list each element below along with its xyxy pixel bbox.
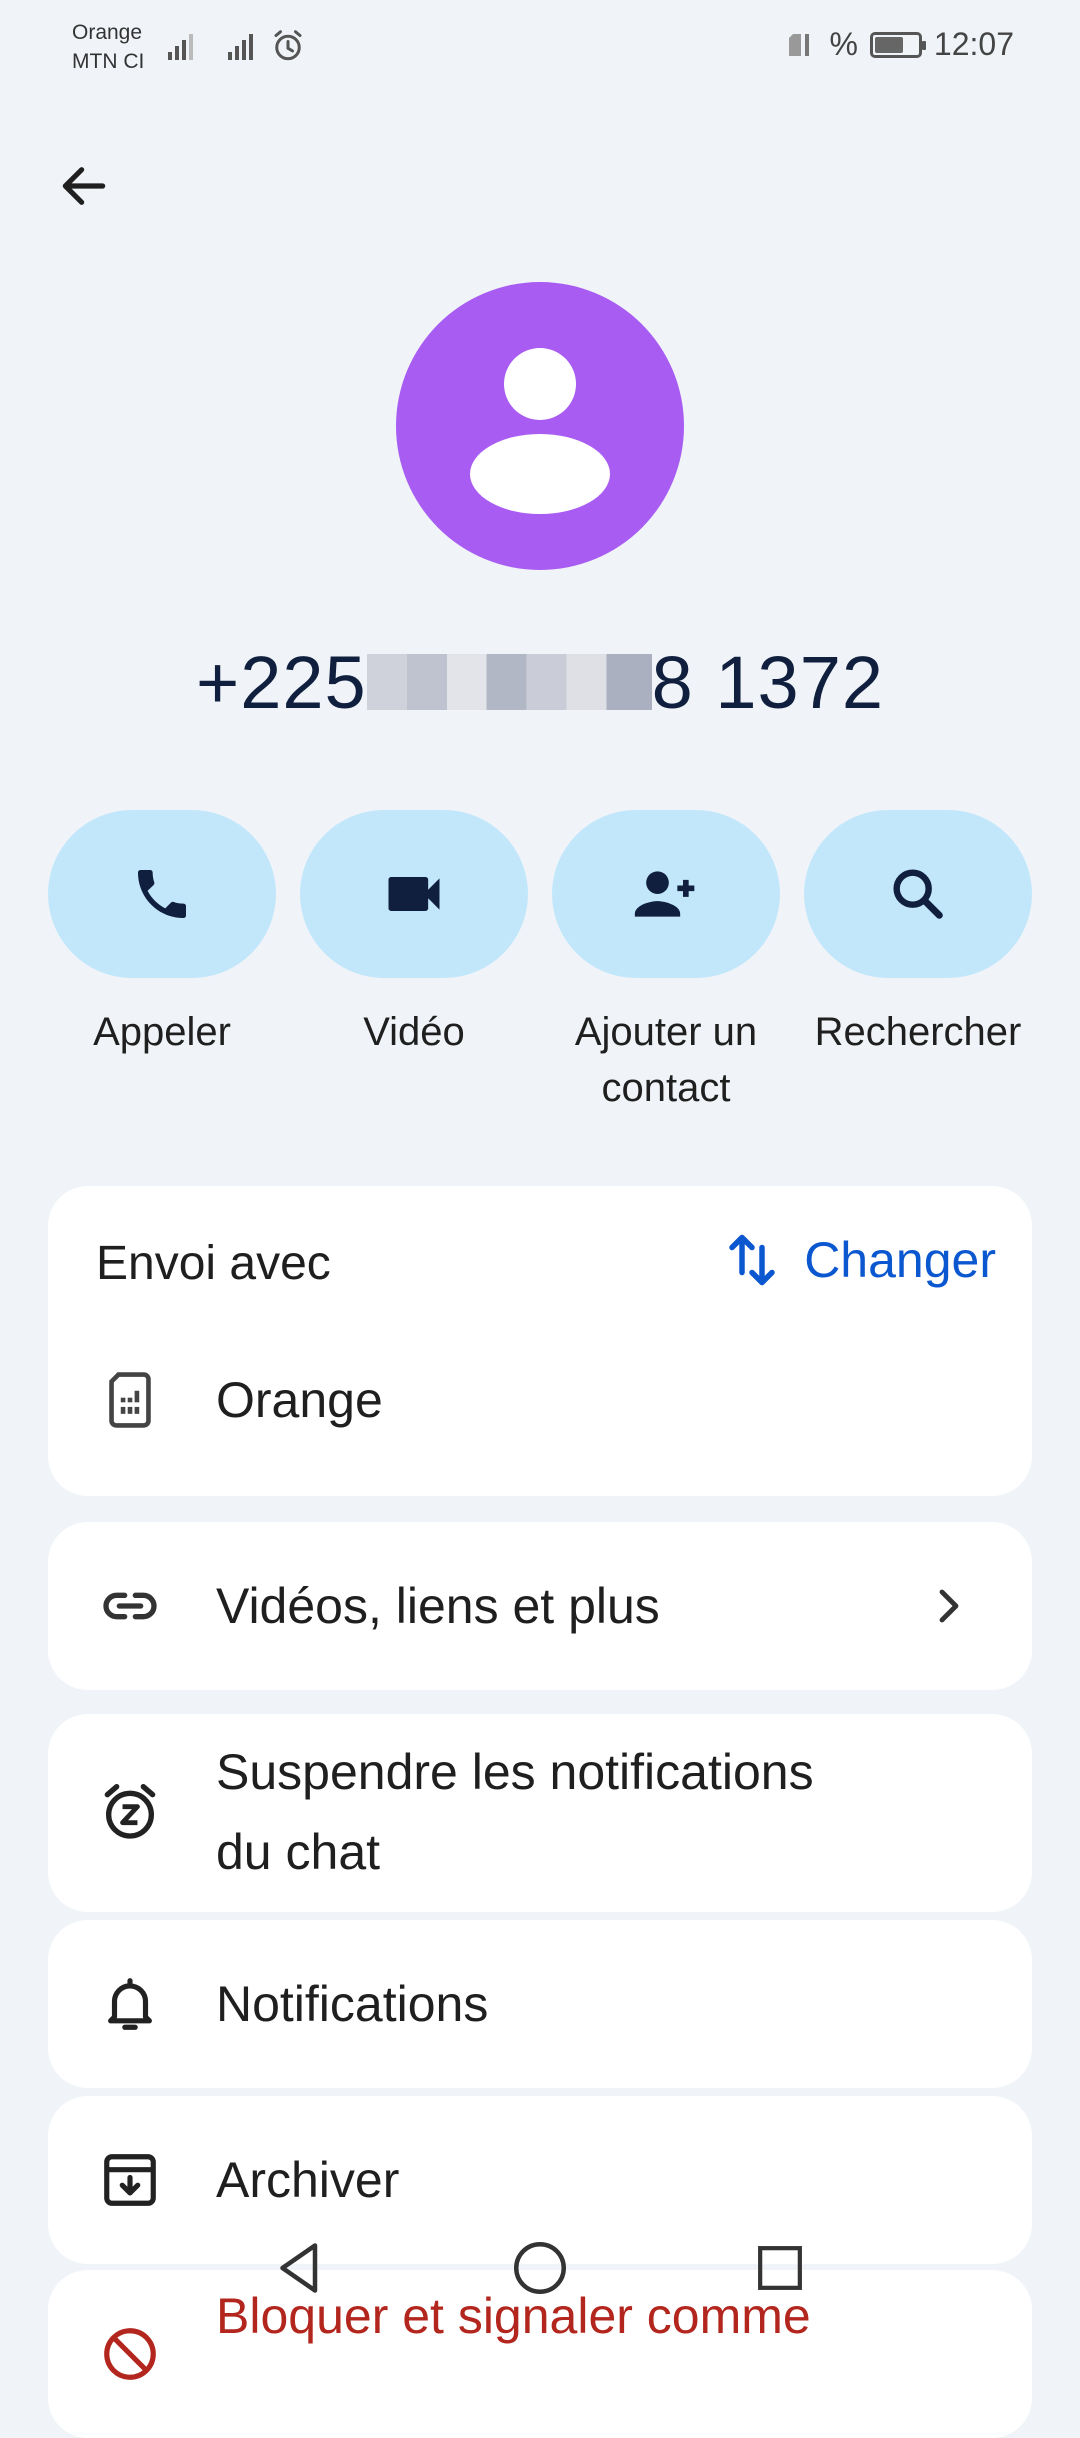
notifications-label: Notifications <box>216 1976 489 2032</box>
change-label: Changer <box>804 1232 996 1288</box>
archive-label: Archiver <box>216 2152 400 2208</box>
media-card[interactable]: Vidéos, liens et plus <box>48 1522 1032 1690</box>
sim-name: Orange <box>216 1372 383 1428</box>
sim-card-icon <box>98 1368 162 1432</box>
signal-2-icon <box>228 30 253 60</box>
add-contact-label: Ajouter un contact <box>574 1010 758 1110</box>
snooze-label: Suspendre les notifications du chat <box>216 1732 814 1892</box>
add-contact-action[interactable]: Ajouter un contact <box>552 810 780 1116</box>
redacted-digits <box>366 654 652 710</box>
battery-level <box>874 36 903 53</box>
carrier-1: Orange <box>72 21 143 44</box>
signal-1-icon <box>168 30 193 60</box>
snooze-alarm-icon <box>98 1780 162 1844</box>
add-contact-button[interactable] <box>552 810 780 978</box>
clock: 12:07 <box>933 26 1014 62</box>
search-label: Rechercher <box>814 1010 1022 1054</box>
back-button[interactable] <box>48 150 120 222</box>
video-action[interactable]: Vidéo <box>300 810 528 1116</box>
swap-vertical-icon <box>729 1234 775 1286</box>
notifications-card[interactable]: Notifications <box>48 1920 1032 2088</box>
media-label: Vidéos, liens et plus <box>216 1578 660 1634</box>
snooze-line-2: du chat <box>216 1824 381 1880</box>
change-sim-button[interactable]: Changer <box>722 1222 996 1298</box>
search-button[interactable] <box>804 810 1032 978</box>
status-bar: Orange MTN CI % 12:07 <box>0 0 1080 92</box>
battery-icon <box>869 31 926 58</box>
call-label: Appeler <box>93 1010 231 1054</box>
carrier-labels: Orange MTN CI <box>72 18 144 76</box>
add-person-icon <box>634 871 695 917</box>
phone-number: +225 8 1372 <box>0 640 1080 725</box>
action-buttons: Appeler Vidéo Ajouter un contact Recherc… <box>48 810 1032 1116</box>
snooze-card[interactable]: Suspendre les notifications du chat <box>48 1714 1032 1912</box>
nav-home-button[interactable] <box>500 2228 580 2308</box>
video-icon <box>388 877 440 911</box>
person-icon <box>470 348 610 514</box>
phone-icon <box>138 870 186 918</box>
link-icon <box>98 1574 162 1638</box>
sim-row[interactable]: Orange <box>48 1352 1032 1448</box>
video-button[interactable] <box>300 810 528 978</box>
sim-status-icon <box>789 33 810 56</box>
archive-icon <box>98 2148 162 2212</box>
search-action[interactable]: Rechercher <box>804 810 1032 1116</box>
snooze-line-1: Suspendre les notifications <box>216 1744 814 1800</box>
circle-home-icon <box>514 2242 566 2294</box>
call-action[interactable]: Appeler <box>48 810 276 1116</box>
phone-suffix: 8 1372 <box>651 641 885 724</box>
nav-back-button[interactable] <box>260 2228 340 2308</box>
avatar <box>396 282 684 570</box>
video-label: Vidéo <box>363 1010 465 1054</box>
phone-prefix: +225 <box>195 641 367 724</box>
chevron-right-icon <box>939 1589 959 1623</box>
search-icon <box>893 869 943 919</box>
send-with-card: Envoi avec Changer Orange <box>48 1186 1032 1496</box>
call-button[interactable] <box>48 810 276 978</box>
square-recents-icon <box>758 2246 802 2290</box>
system-nav-bar <box>0 2220 1080 2340</box>
battery-percent: % <box>829 26 858 62</box>
arrow-back-icon <box>62 167 106 205</box>
bell-icon <box>98 1972 162 2036</box>
nav-recents-button[interactable] <box>740 2228 820 2308</box>
alarm-icon <box>274 30 302 61</box>
send-with-label: Envoi avec <box>96 1237 331 1290</box>
carrier-2: MTN CI <box>72 50 145 73</box>
status-right: % 12:07 <box>787 26 1014 63</box>
triangle-back-icon <box>280 2243 318 2293</box>
